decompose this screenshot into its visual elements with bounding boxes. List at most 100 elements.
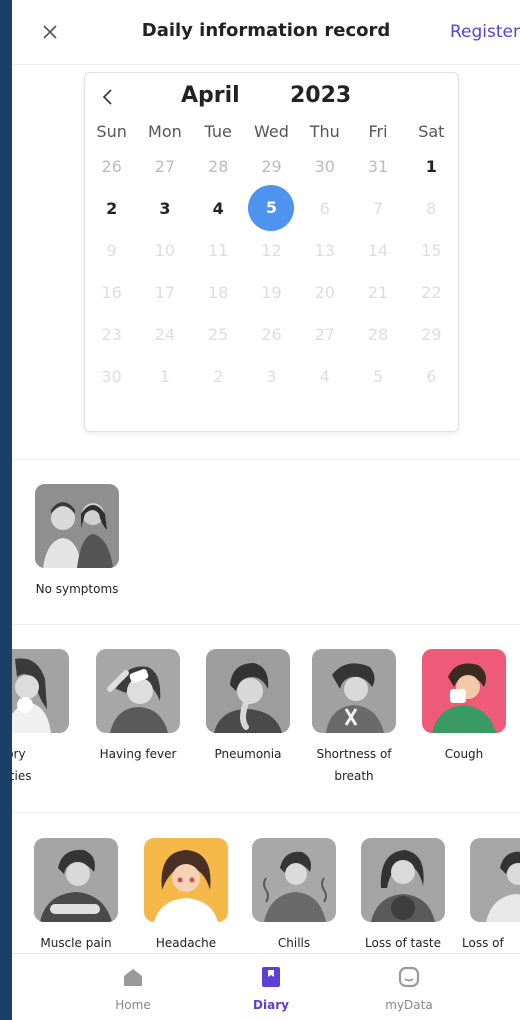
calendar-cell: 28	[351, 325, 404, 344]
calendar-day: 21	[367, 282, 389, 302]
muscle-pain-illustration	[34, 838, 118, 922]
calendar-cell: 3	[245, 367, 298, 386]
bottom-navigation: Home Diary myData	[12, 953, 520, 1020]
calendar-day: 4	[319, 366, 330, 386]
calendar-month: April	[181, 83, 240, 108]
symptom-no-symptoms[interactable]: No symptoms	[32, 484, 122, 600]
calendar-day[interactable]: 3	[159, 199, 170, 218]
nav-mydata-label: myData	[385, 998, 433, 1012]
calendar-cell: 22	[405, 283, 458, 302]
calendar-cell: 6	[405, 367, 458, 386]
calendar-day: 11	[208, 240, 229, 260]
calendar-cell[interactable]: 4	[192, 199, 245, 218]
calendar-cell[interactable]: 3	[138, 199, 191, 218]
calendar-day: 29	[261, 156, 282, 176]
nav-mydata[interactable]: myData	[344, 954, 474, 1012]
symptom-headache[interactable]: Headache	[136, 838, 236, 954]
calendar-cell: 14	[351, 241, 404, 260]
calendar-cell: 28	[192, 157, 245, 176]
weekday-label: Wed	[254, 121, 289, 141]
calendar-cell: 31	[351, 157, 404, 176]
loss-of-smell-illustration	[470, 838, 520, 922]
calendar-day[interactable]: 1	[426, 157, 437, 176]
symptom-having-fever[interactable]: Having fever	[88, 649, 188, 765]
calendar-cell: 6	[298, 199, 351, 218]
mydata-icon	[398, 966, 420, 988]
symptom-shortness-of-breath[interactable]: Shortness of breath	[304, 649, 404, 787]
weekday-label: Thu	[309, 121, 340, 141]
symptom-muscle-pain[interactable]: Muscle pain	[26, 838, 126, 954]
calendar-day: 24	[154, 324, 176, 344]
calendar-cell: 5	[351, 367, 404, 386]
symptom-chills[interactable]: Chills	[244, 838, 344, 954]
calendar-day: 2	[213, 366, 224, 386]
calendar-year: 2023	[290, 83, 352, 108]
pneumonia-illustration	[206, 649, 290, 733]
calendar-cell: 8	[405, 199, 458, 218]
calendar-day: 5	[372, 366, 384, 386]
symptom-label: spiratory ormalities	[12, 747, 32, 783]
fever-illustration	[96, 649, 180, 733]
calendar-day: 30	[314, 156, 335, 176]
symptom-loss-of-taste[interactable]: Loss of taste	[353, 838, 453, 954]
calendar-day[interactable]: 2	[106, 199, 117, 218]
calendar-day: 28	[208, 156, 229, 176]
calendar-day: 7	[372, 198, 384, 218]
calendar-day: 9	[106, 240, 117, 260]
calendar-cell: 7	[351, 199, 404, 218]
symptom-loss-of-smell[interactable]: Loss of	[462, 838, 520, 954]
weekday-label: Sat	[418, 121, 445, 141]
calendar-day: 26	[261, 324, 282, 344]
symptom-respiratory-abnormalities[interactable]: spiratory ormalities	[12, 649, 82, 787]
calendar-day: 6	[319, 198, 330, 218]
calendar-cell: 15	[405, 241, 458, 260]
date-picker: April 2023 Sun Mon Tue Wed Thu Fri Sat 26 27 28 29…	[84, 72, 459, 432]
calendar-cell[interactable]: 1	[405, 157, 458, 176]
chevron-left-icon[interactable]	[99, 87, 117, 107]
calendar-cell: 21	[351, 283, 404, 302]
calendar-week: 26 27 28 29 30 31 1	[85, 145, 458, 187]
calendar-week: 30 1 2 3 4 5 6	[85, 355, 458, 397]
nav-diary[interactable]: Diary	[206, 954, 336, 1012]
headache-illustration	[144, 838, 228, 922]
calendar-cell: 29	[245, 157, 298, 176]
calendar-day: 23	[101, 324, 122, 344]
weekday-label: Fri	[368, 121, 388, 141]
calendar-week: 2 3 4 5 6 7 8	[85, 185, 458, 231]
calendar-day: 14	[367, 240, 389, 260]
no-symptoms-illustration	[35, 484, 119, 568]
calendar-cell: 25	[192, 325, 245, 344]
divider	[12, 624, 520, 625]
symptom-pneumonia[interactable]: Pneumonia	[198, 649, 298, 765]
calendar-cell: 23	[85, 325, 138, 344]
calendar-day: 8	[426, 198, 437, 218]
symptom-cough[interactable]: Cough	[414, 649, 514, 765]
calendar-day: 13	[314, 240, 335, 260]
calendar-cell: 19	[245, 283, 298, 302]
cough-illustration	[422, 649, 506, 733]
divider	[12, 459, 520, 460]
calendar-cell: 17	[138, 283, 191, 302]
nav-home[interactable]: Home	[68, 954, 198, 1012]
calendar-day-selected[interactable]: 5	[248, 185, 295, 231]
calendar-day: 19	[261, 282, 282, 302]
calendar-day: 1	[159, 366, 171, 386]
calendar-cell: 27	[298, 325, 351, 344]
calendar-day: 6	[426, 366, 437, 386]
calendar-cell: 4	[298, 367, 351, 386]
symptom-label: Cough	[444, 747, 484, 761]
calendar-cell: 30	[298, 157, 351, 176]
calendar-cell[interactable]: 5	[245, 185, 298, 231]
symptom-label: Muscle pain	[40, 936, 112, 950]
calendar-cell: 26	[85, 157, 138, 176]
calendar-day: 25	[208, 324, 229, 344]
calendar-day: 30	[101, 366, 122, 386]
calendar-cell: 12	[245, 241, 298, 260]
calendar-day: 28	[367, 324, 389, 344]
register-button[interactable]: Register	[450, 22, 520, 42]
calendar-cell[interactable]: 2	[85, 199, 138, 218]
calendar-cell: 1	[138, 367, 191, 386]
calendar-week: 23 24 25 26 27 28 29	[85, 313, 458, 355]
calendar-day: 31	[367, 156, 389, 176]
calendar-day[interactable]: 4	[213, 199, 224, 218]
